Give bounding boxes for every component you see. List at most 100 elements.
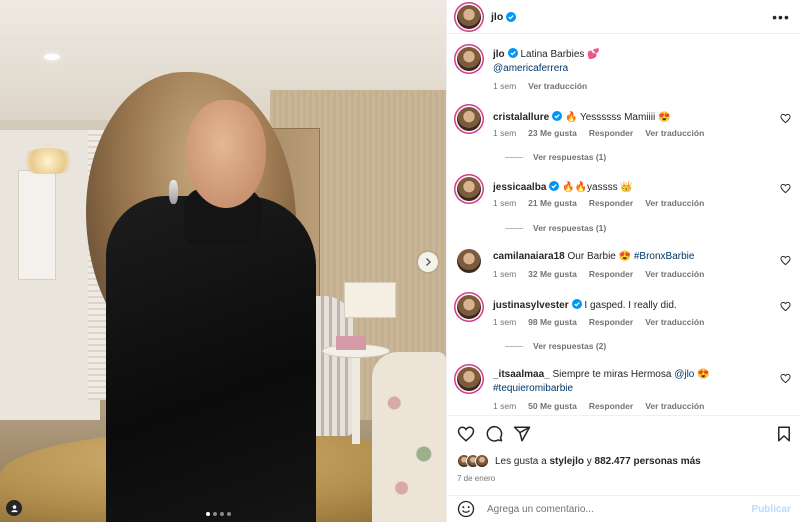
translate-button[interactable]: Ver traducción [645, 198, 704, 208]
reply-button[interactable]: Responder [589, 317, 633, 327]
replies-divider [505, 345, 523, 347]
translate-button[interactable]: Ver traducción [645, 269, 704, 279]
translate-button[interactable]: Ver traducción [645, 128, 704, 138]
comment-mention[interactable]: @jlo [674, 369, 694, 380]
commenter-avatar[interactable] [457, 367, 481, 391]
comment-likes[interactable]: 98 Me gusta [528, 317, 577, 327]
likes-connector: y [586, 455, 592, 467]
publish-button[interactable]: Publicar [752, 504, 791, 515]
author-username[interactable]: jlo [491, 11, 503, 23]
liker-avatars [457, 454, 489, 468]
comment-hashtag[interactable]: #BronxBarbie [634, 251, 695, 262]
commenter-avatar[interactable] [457, 107, 481, 131]
comment-username[interactable]: camilanaiara18 [493, 251, 565, 262]
comment-body: _itsaalmaa_ Siempre te miras Hermosa @jl… [493, 368, 767, 396]
comment-meta: 1 sem 32 Me gusta Responder Ver traducci… [493, 269, 704, 279]
author-avatar[interactable] [457, 4, 481, 29]
caption-time[interactable]: 1 sem [493, 81, 516, 91]
post-header: jlo ••• [447, 0, 800, 34]
post-media[interactable] [0, 0, 446, 522]
more-options-button[interactable]: ••• [772, 9, 790, 25]
carousel-dot [220, 512, 224, 516]
verified-badge-icon [571, 299, 582, 309]
reply-button[interactable]: Responder [589, 198, 633, 208]
black-dress [106, 196, 316, 522]
post-actions: Les gusta a stylejlo y 882.477 personas … [447, 415, 800, 507]
reply-button[interactable]: Responder [589, 128, 633, 138]
heart-icon[interactable] [780, 183, 791, 194]
reply-button[interactable]: Responder [589, 401, 633, 411]
verified-badge-icon [552, 111, 563, 121]
comment-meta: 1 sem 98 Me gusta Responder Ver traducci… [493, 317, 704, 327]
side-table-leg [352, 356, 360, 444]
comment-time[interactable]: 1 sem [493, 269, 516, 279]
comment-body: jessicaalba 🔥🔥yassss 👑 [493, 181, 767, 195]
comment-input[interactable] [487, 503, 737, 515]
replies-divider [505, 156, 523, 158]
translate-button[interactable]: Ver traducción [645, 401, 704, 411]
comment-username[interactable]: justinasylvester [493, 300, 569, 311]
likes-summary[interactable]: Les gusta a stylejlo y 882.477 personas … [457, 454, 701, 468]
comment-emoji: 😍 [697, 369, 710, 380]
comment-icon[interactable] [485, 425, 503, 443]
pink-box [336, 336, 366, 350]
heart-icon[interactable] [457, 425, 475, 443]
heart-icon[interactable] [780, 373, 791, 384]
reply-button[interactable]: Responder [589, 269, 633, 279]
likes-prefix: Les gusta a [495, 455, 547, 467]
commenter-avatar[interactable] [457, 249, 481, 273]
next-slide-button[interactable] [418, 252, 438, 272]
comment-likes[interactable]: 32 Me gusta [528, 269, 577, 279]
comment-composer: Publicar [447, 495, 800, 522]
comment-meta: 1 sem 21 Me gusta Responder Ver traducci… [493, 198, 704, 208]
caption-body: jlo Latina Barbies 💕 @americaferrera [493, 48, 767, 76]
view-replies-button[interactable]: Ver respuestas (2) [505, 341, 606, 351]
comment-username[interactable]: jessicaalba [493, 182, 546, 193]
translate-button[interactable]: Ver traducción [645, 317, 704, 327]
caption-translate[interactable]: Ver traducción [528, 81, 587, 91]
comments-list[interactable]: jlo Latina Barbies 💕 @americaferrera 1 s… [447, 35, 800, 415]
comment-hashtag[interactable]: #tequieromibarbie [493, 383, 573, 394]
comment-likes[interactable]: 50 Me gusta [528, 401, 577, 411]
liker-avatar [475, 454, 489, 468]
carousel-dot [213, 512, 217, 516]
tagged-users-button[interactable] [6, 500, 22, 516]
comment-username[interactable]: cristalallure [493, 112, 549, 123]
commenter-avatar[interactable] [457, 177, 481, 201]
lamp [344, 282, 396, 318]
comment-username[interactable]: _itsaalmaa_ [493, 369, 550, 380]
comment-likes[interactable]: 23 Me gusta [528, 128, 577, 138]
verified-badge-icon [507, 48, 518, 58]
caption-username[interactable]: jlo [493, 49, 505, 60]
door [18, 170, 56, 280]
carousel-dot [206, 512, 210, 516]
caption-text: Latina Barbies 💕 [520, 49, 600, 60]
more-options-icon: ••• [772, 9, 790, 25]
share-icon[interactable] [513, 425, 531, 443]
view-replies-button[interactable]: Ver respuestas (1) [505, 152, 606, 162]
comment-likes[interactable]: 21 Me gusta [528, 198, 577, 208]
view-replies-label: Ver respuestas (2) [533, 341, 607, 351]
save-icon[interactable] [775, 425, 793, 443]
view-replies-label: Ver respuestas (1) [533, 223, 607, 233]
carousel-dot [227, 512, 231, 516]
comment-time[interactable]: 1 sem [493, 401, 516, 411]
likes-user[interactable]: stylejlo [550, 456, 584, 467]
comment-time[interactable]: 1 sem [493, 128, 516, 138]
caption-mention[interactable]: @americaferrera [493, 63, 568, 74]
comment-time[interactable]: 1 sem [493, 317, 516, 327]
comment-text: I gasped. I really did. [584, 300, 677, 311]
commenter-avatar[interactable] [457, 295, 481, 319]
heart-icon[interactable] [780, 301, 791, 312]
author-avatar[interactable] [457, 47, 481, 71]
emoji-icon[interactable] [457, 500, 475, 518]
heart-icon[interactable] [780, 255, 791, 266]
comment-text: Siempre te miras Hermosa [552, 369, 672, 380]
heart-icon[interactable] [780, 113, 791, 124]
comment-time[interactable]: 1 sem [493, 198, 516, 208]
likes-others[interactable]: 882.477 personas más [595, 456, 701, 467]
view-replies-button[interactable]: Ver respuestas (1) [505, 223, 606, 233]
post-date[interactable]: 7 de enero [457, 474, 495, 483]
verified-badge-icon [506, 11, 517, 22]
chandelier [20, 148, 76, 174]
